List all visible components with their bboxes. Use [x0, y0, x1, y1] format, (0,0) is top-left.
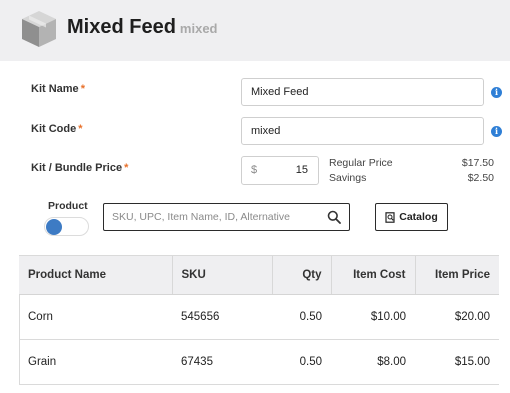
- sku-cell: 545656: [181, 311, 220, 323]
- sku-cell: 67435: [181, 356, 213, 368]
- kit-code-label-text: Kit Code: [31, 123, 77, 135]
- page-title: Mixed Feed mixed: [67, 16, 218, 39]
- table-header-row: Product Name SKU Qty Item Cost Item Pric…: [19, 255, 499, 295]
- currency-symbol: $: [251, 164, 258, 176]
- column-header-qty[interactable]: Qty: [271, 255, 331, 295]
- savings-label: Savings: [329, 172, 367, 184]
- info-icon[interactable]: i: [491, 87, 502, 98]
- page-header: Mixed Feed mixed: [0, 0, 510, 61]
- kit-code-subtitle: mixed: [179, 21, 218, 36]
- product-name-cell: Grain: [28, 356, 57, 368]
- product-toggle[interactable]: [44, 217, 89, 236]
- kit-title: Mixed Feed: [67, 16, 176, 38]
- regular-price-label: Regular Price: [329, 157, 393, 169]
- column-header-sku[interactable]: SKU: [171, 255, 272, 295]
- regular-price-value: $17.50: [461, 157, 494, 169]
- kit-price-field[interactable]: $ 15: [241, 156, 319, 185]
- column-header-item-cost[interactable]: Item Cost: [330, 255, 415, 295]
- kit-price-label: Kit / Bundle Price *: [31, 162, 128, 174]
- product-toggle-label: Product: [48, 200, 88, 212]
- kit-name-label: Kit Name *: [31, 83, 85, 95]
- box-icon: [22, 11, 56, 47]
- qty-cell[interactable]: 0.50: [272, 295, 331, 340]
- required-mark: *: [78, 123, 83, 135]
- item-price-cell: $20.00: [454, 311, 490, 323]
- table-row[interactable]: Corn 545656 0.50 $10.00 $20.00: [19, 295, 499, 340]
- product-name-cell: Corn: [28, 311, 53, 323]
- table-row[interactable]: Grain 67435 0.50 $8.00 $15.00: [19, 340, 499, 385]
- column-header-item-price[interactable]: Item Price: [414, 255, 499, 295]
- product-search-input[interactable]: [112, 204, 327, 229]
- column-header-product-name[interactable]: Product Name: [19, 255, 172, 295]
- catalog-button-label: Catalog: [399, 211, 438, 223]
- catalog-icon: [385, 211, 395, 223]
- kit-items-table: Product Name SKU Qty Item Cost Item Pric…: [19, 255, 499, 385]
- product-search-box: [103, 203, 350, 231]
- kit-code-label: Kit Code *: [31, 123, 83, 135]
- item-cost-cell: $8.00: [377, 356, 406, 368]
- kit-name-label-text: Kit Name: [31, 83, 79, 95]
- info-icon[interactable]: i: [491, 126, 502, 137]
- kit-price-label-text: Kit / Bundle Price: [31, 162, 123, 174]
- kit-name-field[interactable]: Mixed Feed: [241, 78, 484, 106]
- required-mark: *: [80, 83, 85, 95]
- required-mark: *: [124, 162, 129, 174]
- item-price-cell: $15.00: [454, 356, 490, 368]
- toggle-knob: [46, 219, 62, 235]
- kit-code-field[interactable]: mixed: [241, 117, 484, 145]
- search-icon[interactable]: [327, 210, 341, 224]
- item-cost-cell: $10.00: [370, 311, 406, 323]
- qty-cell[interactable]: 0.50: [272, 340, 331, 385]
- savings-value: $2.50: [467, 172, 494, 184]
- catalog-button[interactable]: Catalog: [375, 203, 448, 231]
- kit-price-value: 15: [295, 164, 308, 176]
